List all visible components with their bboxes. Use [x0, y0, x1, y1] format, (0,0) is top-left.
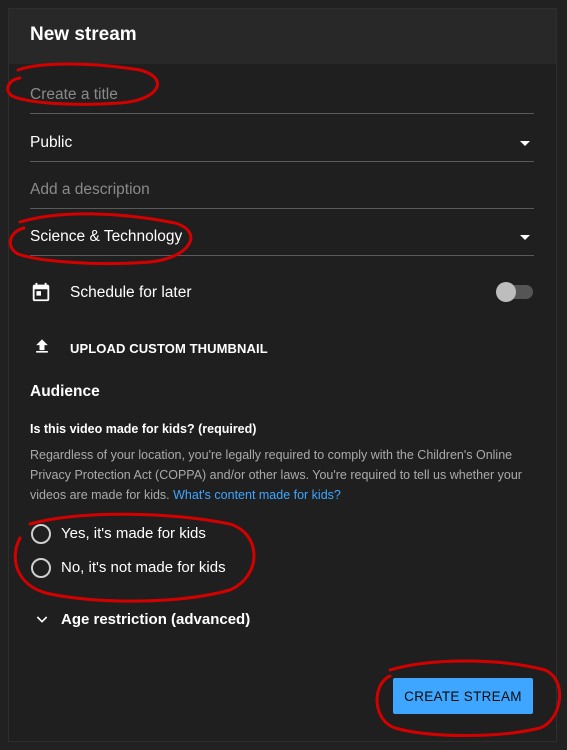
- upload-icon: [36, 339, 48, 353]
- radio-no-label: No, it's not made for kids: [61, 559, 226, 576]
- title-input[interactable]: [30, 78, 534, 112]
- radio-no-option[interactable]: No, it's not made for kids: [30, 556, 330, 580]
- calendar-icon: [32, 282, 50, 302]
- chevron-down-icon: [36, 616, 48, 623]
- kids-question: Is this video made for kids? (required): [30, 422, 257, 436]
- schedule-label: Schedule for later: [70, 284, 192, 301]
- category-select[interactable]: Science & Technology: [30, 220, 534, 256]
- dialog-header: New stream: [9, 9, 556, 64]
- radio-yes[interactable]: [31, 524, 51, 544]
- caret-down-icon: [520, 141, 530, 146]
- category-value: Science & Technology: [30, 228, 183, 245]
- visibility-value: Public: [30, 134, 73, 151]
- visibility-select[interactable]: Public: [30, 126, 534, 162]
- audience-heading: Audience: [30, 383, 100, 400]
- dialog-title: New stream: [30, 24, 137, 45]
- create-stream-button[interactable]: CREATE STREAM: [393, 678, 533, 714]
- toggle-knob: [496, 282, 516, 302]
- title-field[interactable]: [30, 78, 534, 114]
- age-restriction-toggle[interactable]: Age restriction (advanced): [30, 608, 290, 632]
- made-for-kids-link[interactable]: What's content made for kids?: [173, 488, 341, 502]
- radio-yes-label: Yes, it's made for kids: [61, 525, 206, 542]
- schedule-toggle[interactable]: [496, 282, 533, 302]
- description-field[interactable]: [30, 173, 534, 209]
- coppa-explanation: Regardless of your location, you're lega…: [30, 445, 530, 505]
- radio-yes-option[interactable]: Yes, it's made for kids: [30, 522, 330, 546]
- radio-no[interactable]: [31, 558, 51, 578]
- description-input[interactable]: [30, 173, 534, 207]
- upload-thumbnail-label: UPLOAD CUSTOM THUMBNAIL: [70, 341, 268, 356]
- caret-down-icon: [520, 235, 530, 240]
- schedule-row[interactable]: Schedule for later: [30, 280, 534, 306]
- age-restriction-label: Age restriction (advanced): [61, 611, 251, 628]
